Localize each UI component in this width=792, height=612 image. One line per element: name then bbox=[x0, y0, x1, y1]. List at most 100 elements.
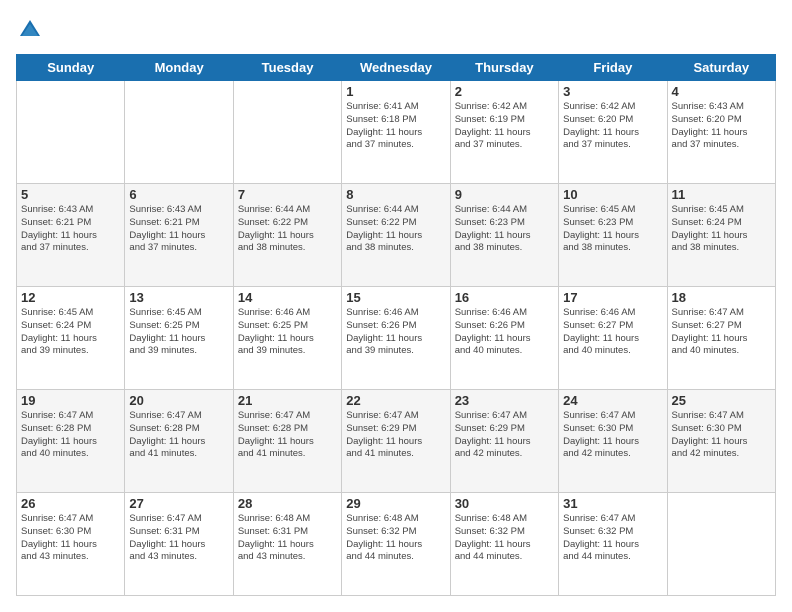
day-number: 25 bbox=[672, 393, 771, 408]
day-info: Sunrise: 6:45 AM Sunset: 6:24 PM Dayligh… bbox=[672, 204, 771, 255]
day-number: 2 bbox=[455, 84, 554, 99]
weekday-header-saturday: Saturday bbox=[667, 55, 775, 81]
week-row-4: 19 Sunrise: 6:47 AM Sunset: 6:28 PM Dayli… bbox=[17, 390, 776, 493]
day-info: Sunrise: 6:45 AM Sunset: 6:23 PM Dayligh… bbox=[563, 204, 662, 255]
header bbox=[16, 16, 776, 44]
day-number: 22 bbox=[346, 393, 445, 408]
day-number: 28 bbox=[238, 496, 337, 511]
day-number: 18 bbox=[672, 290, 771, 305]
day-number: 3 bbox=[563, 84, 662, 99]
day-number: 20 bbox=[129, 393, 228, 408]
calendar-cell: 10Sunrise: 6:45 AM Sunset: 6:23 PM Dayli… bbox=[559, 184, 667, 287]
day-number: 30 bbox=[455, 496, 554, 511]
calendar-cell: 15 Sunrise: 6:46 AM Sunset: 6:26 PM Dayli… bbox=[342, 287, 450, 390]
calendar-cell: 7 Sunrise: 6:44 AM Sunset: 6:22 PM Daylig… bbox=[233, 184, 341, 287]
day-number: 5 bbox=[21, 187, 120, 202]
day-info: Sunrise: 6:48 AM Sunset: 6:32 PM Dayligh… bbox=[455, 513, 554, 564]
page: SundayMondayTuesdayWednesdayThursdayFrid… bbox=[0, 0, 792, 612]
weekday-header-wednesday: Wednesday bbox=[342, 55, 450, 81]
calendar-cell: 26Sunrise: 6:47 AM Sunset: 6:30 PM Dayli… bbox=[17, 493, 125, 596]
day-info: Sunrise: 6:47 AM Sunset: 6:28 PM Dayligh… bbox=[21, 410, 120, 461]
day-number: 27 bbox=[129, 496, 228, 511]
day-number: 9 bbox=[455, 187, 554, 202]
day-info: Sunrise: 6:47 AM Sunset: 6:30 PM Dayligh… bbox=[563, 410, 662, 461]
calendar-cell: 2 Sunrise: 6:42 AM Sunset: 6:19 PM Daylig… bbox=[450, 81, 558, 184]
logo bbox=[16, 16, 48, 44]
day-info: Sunrise: 6:46 AM Sunset: 6:26 PM Dayligh… bbox=[346, 307, 445, 358]
day-info: Sunrise: 6:47 AM Sunset: 6:29 PM Dayligh… bbox=[346, 410, 445, 461]
day-info: Sunrise: 6:47 AM Sunset: 6:28 PM Dayligh… bbox=[238, 410, 337, 461]
day-info: Sunrise: 6:45 AM Sunset: 6:25 PM Dayligh… bbox=[129, 307, 228, 358]
day-info: Sunrise: 6:46 AM Sunset: 6:26 PM Dayligh… bbox=[455, 307, 554, 358]
calendar-cell: 29 Sunrise: 6:48 AM Sunset: 6:32 PM Dayli… bbox=[342, 493, 450, 596]
calendar-cell: 6 Sunrise: 6:43 AM Sunset: 6:21 PM Daylig… bbox=[125, 184, 233, 287]
week-row-1: 1 Sunrise: 6:41 AM Sunset: 6:18 PM Daylig… bbox=[17, 81, 776, 184]
day-info: Sunrise: 6:47 AM Sunset: 6:29 PM Dayligh… bbox=[455, 410, 554, 461]
week-row-2: 5 Sunrise: 6:43 AM Sunset: 6:21 PM Daylig… bbox=[17, 184, 776, 287]
day-number: 13 bbox=[129, 290, 228, 305]
day-info: Sunrise: 6:43 AM Sunset: 6:20 PM Dayligh… bbox=[672, 101, 771, 152]
day-info: Sunrise: 6:47 AM Sunset: 6:32 PM Dayligh… bbox=[563, 513, 662, 564]
calendar-cell: 11 Sunrise: 6:45 AM Sunset: 6:24 PM Dayli… bbox=[667, 184, 775, 287]
calendar-cell: 3 Sunrise: 6:42 AM Sunset: 6:20 PM Daylig… bbox=[559, 81, 667, 184]
calendar-cell: 12 Sunrise: 6:45 AM Sunset: 6:24 PM Dayli… bbox=[17, 287, 125, 390]
day-info: Sunrise: 6:47 AM Sunset: 6:30 PM Dayligh… bbox=[672, 410, 771, 461]
day-info: Sunrise: 6:45 AM Sunset: 6:24 PM Dayligh… bbox=[21, 307, 120, 358]
day-info: Sunrise: 6:47 AM Sunset: 6:28 PM Dayligh… bbox=[129, 410, 228, 461]
calendar-cell: 31Sunrise: 6:47 AM Sunset: 6:32 PM Dayli… bbox=[559, 493, 667, 596]
weekday-header-thursday: Thursday bbox=[450, 55, 558, 81]
weekday-header-friday: Friday bbox=[559, 55, 667, 81]
calendar-cell: 17 Sunrise: 6:46 AM Sunset: 6:27 PM Dayli… bbox=[559, 287, 667, 390]
calendar-cell: 23Sunrise: 6:47 AM Sunset: 6:29 PM Dayli… bbox=[450, 390, 558, 493]
calendar-cell bbox=[667, 493, 775, 596]
calendar-cell: 5Sunrise: 6:43 AM Sunset: 6:21 PM Daylig… bbox=[17, 184, 125, 287]
calendar-cell: 20 Sunrise: 6:47 AM Sunset: 6:28 PM Dayli… bbox=[125, 390, 233, 493]
day-number: 17 bbox=[563, 290, 662, 305]
day-number: 24 bbox=[563, 393, 662, 408]
calendar-cell: 13 Sunrise: 6:45 AM Sunset: 6:25 PM Dayli… bbox=[125, 287, 233, 390]
day-info: Sunrise: 6:48 AM Sunset: 6:32 PM Dayligh… bbox=[346, 513, 445, 564]
day-number: 14 bbox=[238, 290, 337, 305]
calendar-cell: 9Sunrise: 6:44 AM Sunset: 6:23 PM Daylig… bbox=[450, 184, 558, 287]
day-number: 19 bbox=[21, 393, 120, 408]
day-info: Sunrise: 6:41 AM Sunset: 6:18 PM Dayligh… bbox=[346, 101, 445, 152]
day-number: 29 bbox=[346, 496, 445, 511]
calendar-cell: 24 Sunrise: 6:47 AM Sunset: 6:30 PM Dayli… bbox=[559, 390, 667, 493]
day-info: Sunrise: 6:43 AM Sunset: 6:21 PM Dayligh… bbox=[129, 204, 228, 255]
day-info: Sunrise: 6:44 AM Sunset: 6:22 PM Dayligh… bbox=[346, 204, 445, 255]
week-row-5: 26Sunrise: 6:47 AM Sunset: 6:30 PM Dayli… bbox=[17, 493, 776, 596]
day-info: Sunrise: 6:47 AM Sunset: 6:31 PM Dayligh… bbox=[129, 513, 228, 564]
calendar-cell: 21 Sunrise: 6:47 AM Sunset: 6:28 PM Dayli… bbox=[233, 390, 341, 493]
day-number: 6 bbox=[129, 187, 228, 202]
day-number: 1 bbox=[346, 84, 445, 99]
calendar-cell: 25 Sunrise: 6:47 AM Sunset: 6:30 PM Dayli… bbox=[667, 390, 775, 493]
day-number: 12 bbox=[21, 290, 120, 305]
day-number: 7 bbox=[238, 187, 337, 202]
day-info: Sunrise: 6:42 AM Sunset: 6:20 PM Dayligh… bbox=[563, 101, 662, 152]
day-info: Sunrise: 6:44 AM Sunset: 6:22 PM Dayligh… bbox=[238, 204, 337, 255]
weekday-header-monday: Monday bbox=[125, 55, 233, 81]
calendar-cell bbox=[125, 81, 233, 184]
day-info: Sunrise: 6:47 AM Sunset: 6:27 PM Dayligh… bbox=[672, 307, 771, 358]
weekday-header-sunday: Sunday bbox=[17, 55, 125, 81]
calendar-cell: 28 Sunrise: 6:48 AM Sunset: 6:31 PM Dayli… bbox=[233, 493, 341, 596]
calendar-cell: 14Sunrise: 6:46 AM Sunset: 6:25 PM Dayli… bbox=[233, 287, 341, 390]
day-info: Sunrise: 6:46 AM Sunset: 6:27 PM Dayligh… bbox=[563, 307, 662, 358]
calendar-cell: 30 Sunrise: 6:48 AM Sunset: 6:32 PM Dayli… bbox=[450, 493, 558, 596]
calendar-cell: 1 Sunrise: 6:41 AM Sunset: 6:18 PM Daylig… bbox=[342, 81, 450, 184]
day-number: 15 bbox=[346, 290, 445, 305]
calendar-cell bbox=[233, 81, 341, 184]
logo-icon bbox=[16, 16, 44, 44]
weekday-header-row: SundayMondayTuesdayWednesdayThursdayFrid… bbox=[17, 55, 776, 81]
day-number: 21 bbox=[238, 393, 337, 408]
week-row-3: 12 Sunrise: 6:45 AM Sunset: 6:24 PM Dayli… bbox=[17, 287, 776, 390]
calendar-cell: 22 Sunrise: 6:47 AM Sunset: 6:29 PM Dayli… bbox=[342, 390, 450, 493]
day-info: Sunrise: 6:42 AM Sunset: 6:19 PM Dayligh… bbox=[455, 101, 554, 152]
calendar-cell: 18 Sunrise: 6:47 AM Sunset: 6:27 PM Dayli… bbox=[667, 287, 775, 390]
calendar-cell bbox=[17, 81, 125, 184]
day-number: 26 bbox=[21, 496, 120, 511]
weekday-header-tuesday: Tuesday bbox=[233, 55, 341, 81]
day-info: Sunrise: 6:48 AM Sunset: 6:31 PM Dayligh… bbox=[238, 513, 337, 564]
day-number: 11 bbox=[672, 187, 771, 202]
day-number: 8 bbox=[346, 187, 445, 202]
